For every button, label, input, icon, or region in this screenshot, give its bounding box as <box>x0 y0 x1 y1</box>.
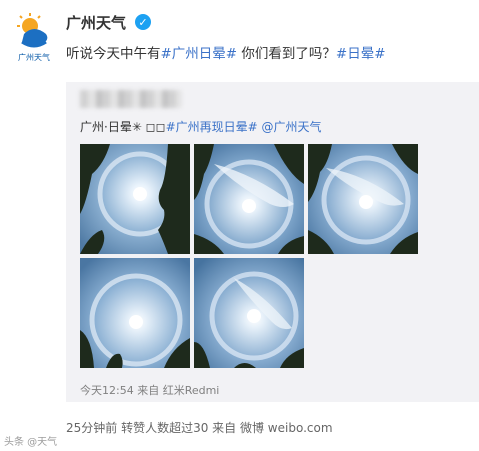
repost-card[interactable]: 广州·日晕✳︎ ◻︎◻︎#广州再现日晕# @广州天气 今天12:54 来自 红米… <box>66 82 479 402</box>
repost-text: 广州·日晕✳︎ ◻︎◻︎#广州再现日晕# @广州天气 <box>80 118 322 135</box>
post-footer: 25分钟前 转赞人数超过30 来自 微博 weibo.com <box>66 421 333 435</box>
halo-photo[interactable] <box>80 258 190 368</box>
halo-photo[interactable] <box>194 144 304 254</box>
repost-meta: 今天12:54 来自 红米Redmi <box>80 384 220 397</box>
logo-caption: 广州天气 <box>18 53 50 62</box>
repost-text-prefix: 广州·日晕✳︎ ◻︎◻︎ <box>80 120 166 134</box>
blurred-original-author <box>80 90 182 108</box>
post-text-part1: 听说今天中午有 <box>66 46 161 62</box>
hashtag-sun-halo[interactable]: #日晕# <box>336 46 386 62</box>
hashtag-guangzhou-halo-again[interactable]: #广州再现日晕# <box>166 120 258 134</box>
account-name[interactable]: 广州天气 <box>66 12 126 33</box>
hashtag-guangzhou-sun-halo[interactable]: #广州日晕# <box>161 46 238 62</box>
post-text-part2: 你们看到了吗？ <box>237 46 336 62</box>
halo-photo[interactable] <box>308 144 418 254</box>
post-text: 听说今天中午有#广州日晕# 你们看到了吗？#日晕# <box>66 42 386 62</box>
watermark: 头条 @天气 <box>4 437 58 448</box>
verified-badge-icon: ✓ <box>135 14 151 30</box>
mention-guangzhou-weather[interactable]: @广州天气 <box>258 120 322 134</box>
halo-photo[interactable] <box>194 258 304 368</box>
halo-photo[interactable] <box>80 144 190 254</box>
